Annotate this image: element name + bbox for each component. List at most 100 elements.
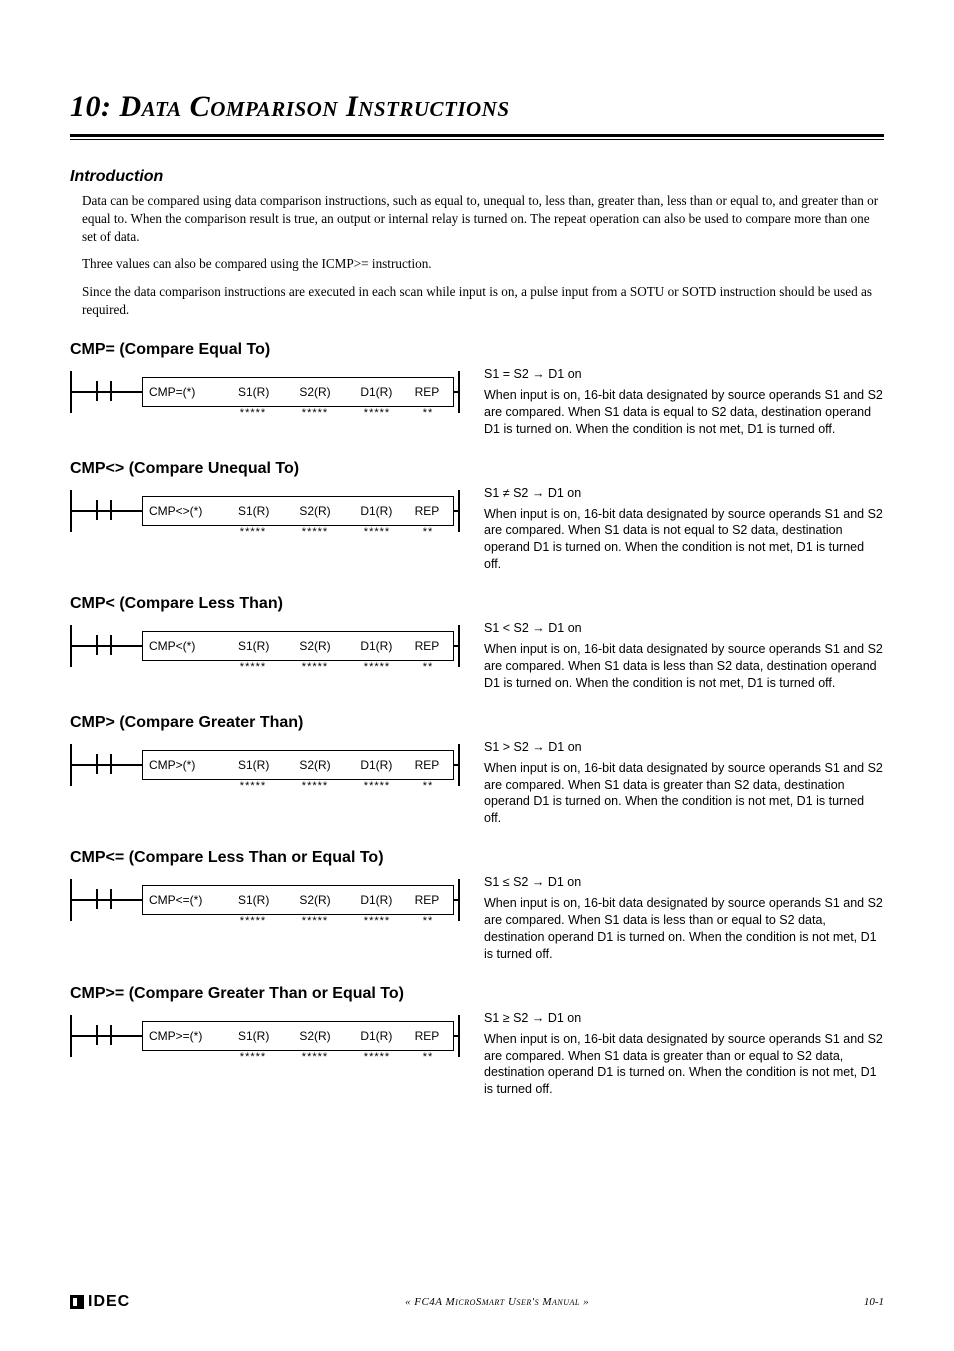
col-d1: D1(R) bbox=[346, 639, 407, 653]
instruction-row: CMP>=(*) S1(R) S2(R) D1(R) REP ***** ***… bbox=[70, 1011, 884, 1099]
section-heading: CMP< (Compare Less Than) bbox=[70, 595, 884, 613]
col-rep: REP bbox=[407, 639, 447, 653]
ladder-diagram: CMP>(*) S1(R) S2(R) D1(R) REP ***** ****… bbox=[70, 740, 470, 790]
placeholder-rep: ** bbox=[408, 780, 448, 792]
op-label: CMP=(*) bbox=[149, 385, 223, 399]
instruction-box: CMP<(*) S1(R) S2(R) D1(R) REP bbox=[142, 631, 454, 661]
section-heading: CMP>= (Compare Greater Than or Equal To) bbox=[70, 985, 884, 1003]
intro-para-2: Three values can also be compared using … bbox=[82, 255, 884, 273]
placeholder-rep: ** bbox=[408, 915, 448, 927]
col-d1: D1(R) bbox=[346, 1029, 407, 1043]
col-rep: REP bbox=[407, 1029, 447, 1043]
col-s2: S2(R) bbox=[284, 639, 345, 653]
ladder-diagram: CMP>=(*) S1(R) S2(R) D1(R) REP ***** ***… bbox=[70, 1011, 470, 1061]
instruction-text: S1 ≤ S2 → D1 on When input is on, 16-bit … bbox=[470, 875, 884, 963]
condition-line: S1 < S2 → D1 on bbox=[484, 621, 884, 635]
col-s1: S1(R) bbox=[223, 504, 284, 518]
col-s2: S2(R) bbox=[284, 1029, 345, 1043]
col-s2: S2(R) bbox=[284, 504, 345, 518]
placeholder-s2: ***** bbox=[284, 1051, 346, 1063]
idec-logo-text: IDEC bbox=[88, 1293, 130, 1311]
col-d1: D1(R) bbox=[346, 504, 407, 518]
op-label: CMP<(*) bbox=[149, 639, 223, 653]
placeholder-s1: ***** bbox=[222, 780, 284, 792]
rule-thin bbox=[70, 139, 884, 140]
col-d1: D1(R) bbox=[346, 893, 407, 907]
placeholder-d1: ***** bbox=[346, 661, 408, 673]
placeholder-rep: ** bbox=[408, 1051, 448, 1063]
page-footer: IDEC « FC4A MicroSmart User's Manual » 1… bbox=[70, 1293, 884, 1311]
description-text: When input is on, 16-bit data designated… bbox=[484, 506, 884, 574]
instruction-row: CMP<>(*) S1(R) S2(R) D1(R) REP ***** ***… bbox=[70, 486, 884, 574]
instruction-text: S1 ≥ S2 → D1 on When input is on, 16-bit … bbox=[470, 1011, 884, 1099]
instruction-box: CMP>(*) S1(R) S2(R) D1(R) REP bbox=[142, 750, 454, 780]
col-rep: REP bbox=[407, 893, 447, 907]
section-heading: CMP= (Compare Equal To) bbox=[70, 341, 884, 359]
col-s1: S1(R) bbox=[223, 639, 284, 653]
instruction-text: S1 > S2 → D1 on When input is on, 16-bit … bbox=[470, 740, 884, 828]
col-s1: S1(R) bbox=[223, 1029, 284, 1043]
op-label: CMP<=(*) bbox=[149, 893, 223, 907]
placeholder-s2: ***** bbox=[284, 526, 346, 538]
ladder-diagram: CMP=(*) S1(R) S2(R) D1(R) REP ***** ****… bbox=[70, 367, 470, 417]
placeholder-s1: ***** bbox=[222, 407, 284, 419]
condition-line: S1 ≤ S2 → D1 on bbox=[484, 875, 884, 889]
intro-para-1: Data can be compared using data comparis… bbox=[82, 192, 884, 245]
col-s2: S2(R) bbox=[284, 385, 345, 399]
description-text: When input is on, 16-bit data designated… bbox=[484, 387, 884, 438]
placeholder-s1: ***** bbox=[222, 661, 284, 673]
placeholder-s1: ***** bbox=[222, 526, 284, 538]
instruction-box: CMP<>(*) S1(R) S2(R) D1(R) REP bbox=[142, 496, 454, 526]
section-heading: CMP> (Compare Greater Than) bbox=[70, 714, 884, 732]
placeholder-rep: ** bbox=[408, 526, 448, 538]
placeholder-d1: ***** bbox=[346, 407, 408, 419]
col-rep: REP bbox=[407, 758, 447, 772]
instruction-row: CMP<=(*) S1(R) S2(R) D1(R) REP ***** ***… bbox=[70, 875, 884, 963]
placeholder-d1: ***** bbox=[346, 915, 408, 927]
instruction-text: S1 < S2 → D1 onWhen input is on, 16-bit … bbox=[470, 621, 884, 692]
chapter-title: 10: Data Comparison Instructions bbox=[70, 90, 884, 124]
instruction-box: CMP>=(*) S1(R) S2(R) D1(R) REP bbox=[142, 1021, 454, 1051]
footer-page-number: 10-1 bbox=[864, 1296, 884, 1308]
intro-heading: Introduction bbox=[70, 168, 884, 186]
instruction-box: CMP=(*) S1(R) S2(R) D1(R) REP bbox=[142, 377, 454, 407]
rule-thick bbox=[70, 134, 884, 137]
condition-line: S1 ≠ S2 → D1 on bbox=[484, 486, 884, 500]
condition-line: S1 ≥ S2 → D1 on bbox=[484, 1011, 884, 1025]
instruction-text: S1 = S2 → D1 onWhen input is on, 16-bit … bbox=[470, 367, 884, 438]
instruction-row: CMP>(*) S1(R) S2(R) D1(R) REP ***** ****… bbox=[70, 740, 884, 828]
section-heading: CMP<= (Compare Less Than or Equal To) bbox=[70, 849, 884, 867]
col-d1: D1(R) bbox=[346, 385, 407, 399]
idec-logo-icon bbox=[70, 1295, 84, 1309]
description-text: When input is on, 16-bit data designated… bbox=[484, 895, 884, 963]
instruction-text: S1 ≠ S2 → D1 on When input is on, 16-bit … bbox=[470, 486, 884, 574]
col-rep: REP bbox=[407, 504, 447, 518]
instruction-box: CMP<=(*) S1(R) S2(R) D1(R) REP bbox=[142, 885, 454, 915]
condition-line: S1 > S2 → D1 on bbox=[484, 740, 884, 754]
col-s1: S1(R) bbox=[223, 893, 284, 907]
intro-para-3: Since the data comparison instructions a… bbox=[82, 283, 884, 319]
idec-logo: IDEC bbox=[70, 1293, 130, 1311]
op-label: CMP>(*) bbox=[149, 758, 223, 772]
col-d1: D1(R) bbox=[346, 758, 407, 772]
placeholder-s2: ***** bbox=[284, 915, 346, 927]
description-text: When input is on, 16-bit data designated… bbox=[484, 760, 884, 828]
placeholder-rep: ** bbox=[408, 407, 448, 419]
footer-manual-title: « FC4A MicroSmart User's Manual » bbox=[405, 1296, 589, 1308]
ladder-diagram: CMP<>(*) S1(R) S2(R) D1(R) REP ***** ***… bbox=[70, 486, 470, 536]
col-s1: S1(R) bbox=[223, 758, 284, 772]
col-s2: S2(R) bbox=[284, 758, 345, 772]
op-label: CMP<>(*) bbox=[149, 504, 223, 518]
instruction-row: CMP<(*) S1(R) S2(R) D1(R) REP ***** ****… bbox=[70, 621, 884, 692]
placeholder-s1: ***** bbox=[222, 915, 284, 927]
section-heading: CMP<> (Compare Unequal To) bbox=[70, 460, 884, 478]
op-label: CMP>=(*) bbox=[149, 1029, 223, 1043]
placeholder-s1: ***** bbox=[222, 1051, 284, 1063]
description-text: When input is on, 16-bit data designated… bbox=[484, 1031, 884, 1099]
placeholder-s2: ***** bbox=[284, 661, 346, 673]
ladder-diagram: CMP<=(*) S1(R) S2(R) D1(R) REP ***** ***… bbox=[70, 875, 470, 925]
placeholder-d1: ***** bbox=[346, 526, 408, 538]
placeholder-s2: ***** bbox=[284, 780, 346, 792]
placeholder-rep: ** bbox=[408, 661, 448, 673]
placeholder-s2: ***** bbox=[284, 407, 346, 419]
